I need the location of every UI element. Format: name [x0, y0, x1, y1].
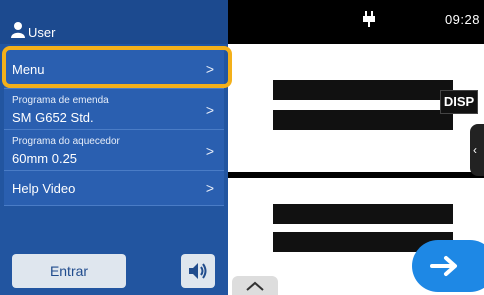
menu-highlight-frame	[2, 46, 232, 88]
menu-item-sublabel: Programa de emenda	[12, 95, 109, 106]
entrar-button[interactable]: Entrar	[12, 254, 126, 288]
chevron-left-icon: ‹	[473, 143, 477, 157]
next-button[interactable]	[412, 240, 484, 292]
menu-item-label: Help Video	[12, 181, 76, 196]
menu-item-label: SM G652 Std.	[12, 110, 94, 125]
user-label: User	[28, 25, 56, 40]
fusion-splicer-screen: 09:28 DISP ‹ User Menu > Programa de eme…	[0, 0, 484, 295]
status-time: 09:28	[444, 12, 480, 27]
menu-item-label: 60mm 0.25	[12, 151, 78, 166]
fiber-image-top	[273, 80, 453, 100]
sound-button[interactable]	[181, 254, 215, 288]
menu-item-sublabel: Programa do aquecedor	[12, 136, 120, 147]
arrow-right-icon	[430, 256, 457, 276]
side-menu-header: User	[0, 0, 228, 44]
menu-item-splice-program[interactable]: Programa de emenda SM G652 Std. >	[4, 89, 224, 130]
disp-button[interactable]: DISP	[440, 90, 478, 114]
plug-icon	[363, 11, 375, 27]
speaker-icon	[189, 263, 207, 279]
menu-item-heater-program[interactable]: Programa do aquecedor 60mm 0.25 >	[4, 130, 224, 171]
chevron-right-icon: >	[205, 102, 214, 118]
user-icon	[11, 22, 25, 38]
menu-item-help-video[interactable]: Help Video >	[4, 171, 224, 206]
bottom-tab[interactable]	[232, 276, 278, 295]
fiber-center-line	[228, 172, 484, 178]
side-panel-tab[interactable]: ‹	[470, 124, 484, 176]
chevron-right-icon: >	[205, 143, 214, 159]
side-menu: User Menu > Programa de emenda SM G652 S…	[0, 0, 232, 295]
fiber-image-bottom	[273, 204, 453, 224]
chevron-up-icon	[246, 281, 264, 291]
fiber-image-top-2	[273, 110, 453, 130]
chevron-right-icon: >	[205, 180, 214, 196]
